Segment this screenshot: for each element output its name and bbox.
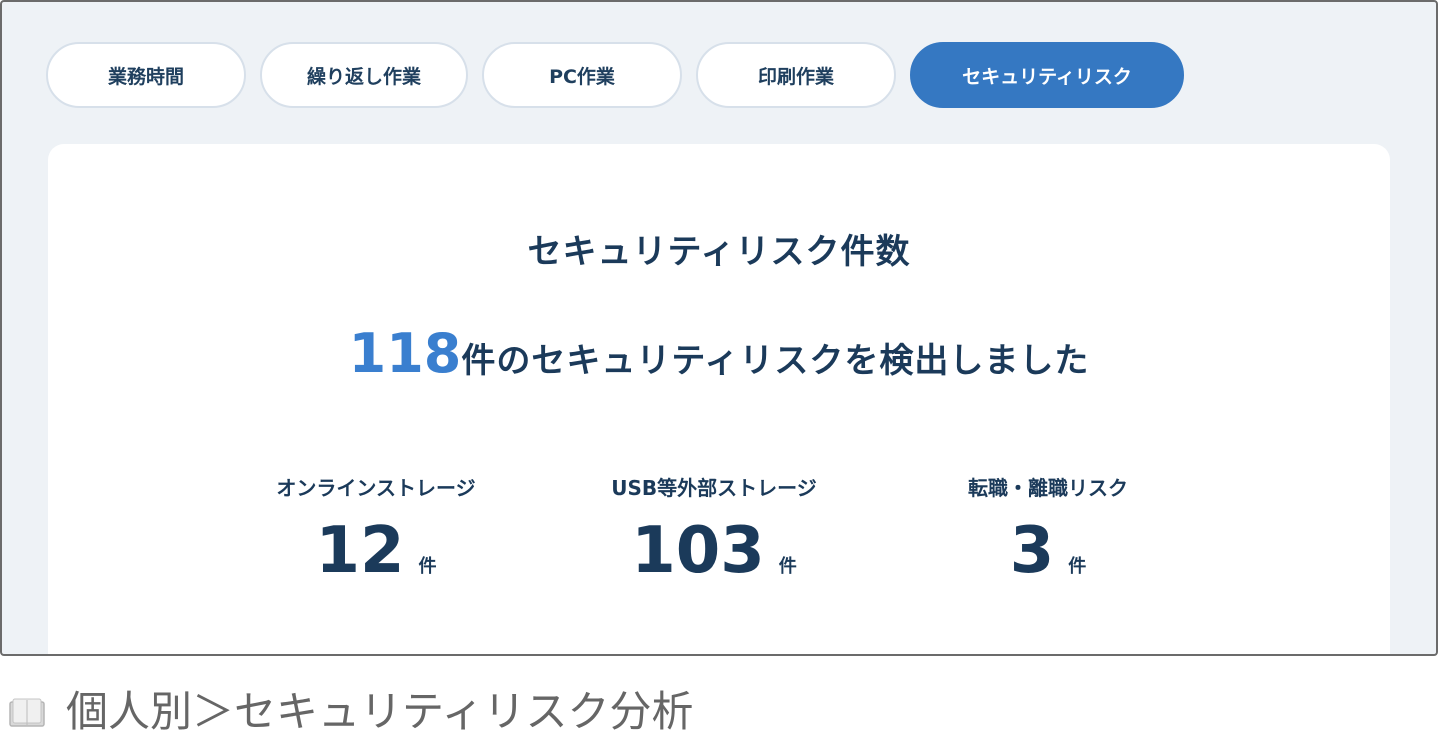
app-window: 業務時間 繰り返し作業 PC作業 印刷作業 セキュリティリスク セキュリティリス… bbox=[0, 0, 1438, 656]
stat-label: オンラインストレージ bbox=[276, 476, 476, 500]
stat-turnover-risk: 転職・離職リスク 3 件 bbox=[888, 472, 1208, 583]
stat-label: 転職・離職リスク bbox=[968, 476, 1128, 500]
tab-pc-work[interactable]: PC作業 bbox=[482, 42, 682, 108]
stat-usb-storage: USB等外部ストレージ 103 件 bbox=[554, 472, 874, 583]
stat-value: 12 bbox=[315, 514, 405, 588]
stat-unit: 件 bbox=[1068, 556, 1087, 577]
stat-label: USB等外部ストレージ bbox=[611, 476, 817, 500]
stat-online-storage: オンラインストレージ 12 件 bbox=[216, 472, 536, 583]
tab-security-risk[interactable]: セキュリティリスク bbox=[910, 42, 1184, 108]
caption-text: 個人別＞セキュリティリスク分析 bbox=[66, 686, 694, 736]
security-risk-card: セキュリティリスク件数 118件のセキュリティリスクを検出しました オンラインス… bbox=[48, 144, 1390, 654]
stat-value: 103 bbox=[631, 514, 765, 588]
stat-unit: 件 bbox=[778, 556, 797, 577]
figure-caption: 個人別＞セキュリティリスク分析 bbox=[8, 684, 693, 736]
detection-summary: 118件のセキュリティリスクを検出しました bbox=[48, 322, 1390, 385]
stat-unit: 件 bbox=[418, 556, 437, 577]
total-risk-count: 118 bbox=[348, 322, 462, 385]
stat-value: 3 bbox=[1009, 514, 1055, 588]
book-icon bbox=[8, 691, 46, 727]
card-title: セキュリティリスク件数 bbox=[527, 232, 911, 272]
tab-printing-work[interactable]: 印刷作業 bbox=[696, 42, 896, 108]
tab-work-hours[interactable]: 業務時間 bbox=[46, 42, 246, 108]
detection-summary-text: 件のセキュリティリスクを検出しました bbox=[461, 341, 1090, 381]
tab-repetitive-work[interactable]: 繰り返し作業 bbox=[260, 42, 468, 108]
